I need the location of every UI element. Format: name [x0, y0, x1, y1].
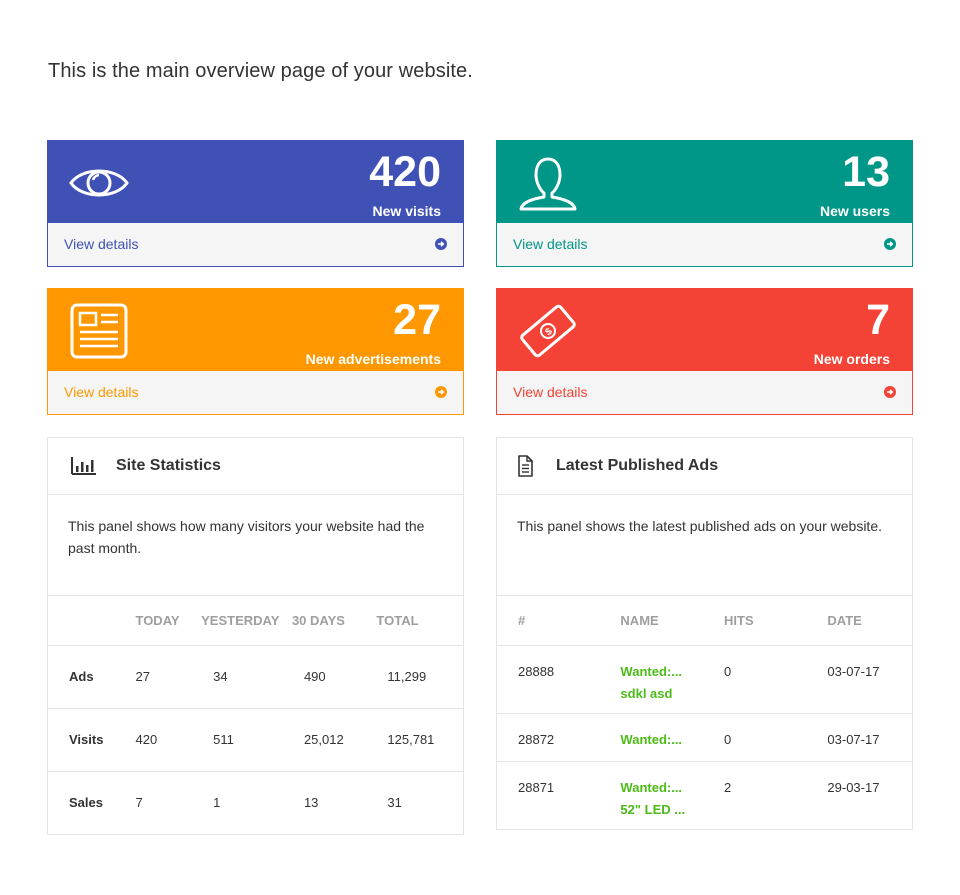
advertisements-view-details-link[interactable]: View details: [48, 371, 463, 414]
advertisements-label: New advertisements: [305, 351, 441, 367]
panel-description: This panel shows the latest published ad…: [497, 495, 912, 596]
orders-view-details-link[interactable]: View details: [497, 371, 912, 414]
eye-icon: [69, 169, 129, 197]
users-card-header: 13 New users: [497, 141, 912, 223]
today-value: 7: [135, 795, 143, 811]
column-header: 30 DAYS: [291, 596, 377, 646]
table-header-row: TODAY YESTERDAY 30 DAYS TOTAL: [48, 596, 463, 646]
view-details-label: View details: [64, 384, 139, 400]
ad-id: 28888: [497, 645, 621, 714]
table-row: Sales 7 1 13 31: [48, 771, 463, 834]
users-card: 13 New users View details: [496, 140, 913, 267]
table-row: 28871 Wanted:... 52" LED ... 2 29-03-17: [497, 761, 912, 829]
ad-name-line: sdkl asd: [620, 685, 673, 701]
ad-name-cell: Wanted:... 52" LED ...: [620, 761, 724, 829]
panel-description: This panel shows how many visitors your …: [48, 495, 463, 596]
column-header: TODAY: [135, 596, 202, 646]
table-row: 28872 Wanted:... 0 03-07-17: [497, 713, 912, 762]
users-label: New users: [819, 203, 890, 219]
bar-chart-icon: [71, 457, 96, 475]
arrow-right-circle-icon: [435, 238, 447, 250]
page-intro: This is the main overview page of your w…: [48, 60, 473, 82]
table-row: Visits 420 511 25,012 125,781: [48, 708, 463, 772]
users-count: 13: [842, 148, 890, 196]
ad-name-line: Wanted:...: [620, 663, 683, 679]
column-header: [48, 596, 136, 646]
today-value: 27: [135, 645, 202, 709]
latest-ads-table: # NAME HITS DATE 28888 Wanted:... sdkl as…: [497, 596, 912, 829]
view-details-label: View details: [513, 384, 588, 400]
view-details-label: View details: [513, 236, 588, 252]
total-value: 125,781: [376, 708, 463, 772]
yesterday-value: 34: [201, 645, 292, 709]
table-row: 28888 Wanted:... sdkl asd 0 03-07-17: [497, 645, 912, 714]
orders-label: New orders: [813, 351, 890, 367]
advertisements-card: 27 New advertisements View details: [47, 288, 464, 415]
30-days-value: 13: [303, 795, 319, 811]
panel-header: Site Statistics: [48, 438, 463, 495]
ad-name-link[interactable]: Wanted:... 52" LED ...: [620, 780, 685, 817]
users-view-details-link[interactable]: View details: [497, 223, 912, 266]
panel-title: Site Statistics: [116, 457, 221, 474]
column-header: TOTAL: [376, 596, 463, 646]
column-header: #: [497, 596, 621, 646]
visits-view-details-link[interactable]: View details: [48, 223, 463, 266]
arrow-right-circle-icon: [435, 386, 447, 398]
visits-card: 420 New visits View details: [47, 140, 464, 267]
row-label: Ads: [48, 645, 136, 709]
ad-id: 28871: [518, 779, 555, 795]
column-header: HITS: [724, 596, 828, 646]
visits-count: 420: [369, 148, 441, 196]
ad-name-cell: Wanted:... sdkl asd: [620, 645, 725, 714]
column-header: NAME: [620, 596, 725, 646]
statistics-table: TODAY YESTERDAY 30 DAYS TOTAL Ads 27 34 …: [48, 596, 463, 834]
site-statistics-panel: Site Statistics This panel shows how man…: [47, 437, 464, 835]
ad-hits: 0: [724, 713, 828, 762]
ad-name-link[interactable]: Wanted:...: [620, 732, 682, 747]
arrow-right-circle-icon: [884, 238, 896, 250]
orders-card: $ 7 New orders View details: [496, 288, 913, 415]
latest-ads-panel: Latest Published Ads This panel shows th…: [496, 437, 913, 830]
money-icon: $: [520, 304, 576, 358]
yesterday-value: 511: [201, 708, 292, 772]
ad-date: 03-07-17: [827, 645, 912, 714]
user-icon: [519, 157, 577, 211]
advertisements-card-header: 27 New advertisements: [48, 289, 463, 371]
ad-name-line: Wanted:...: [620, 731, 683, 747]
view-details-label: View details: [64, 236, 139, 252]
orders-card-header: $ 7 New orders: [497, 289, 912, 371]
panel-header: Latest Published Ads: [497, 438, 912, 495]
column-header: YESTERDAY: [201, 596, 292, 646]
30-days-value: 490: [291, 645, 377, 709]
total-value: 11,299: [376, 645, 463, 709]
total-value: 31: [387, 795, 402, 811]
ad-name-link[interactable]: Wanted:... sdkl asd: [620, 664, 682, 701]
ad-name-line: Wanted:...: [620, 779, 683, 795]
30-days-value: 25,012: [291, 708, 377, 772]
visits-label: New visits: [372, 203, 441, 219]
column-header: DATE: [827, 596, 912, 646]
orders-count: 7: [866, 296, 890, 344]
table-header-row: # NAME HITS DATE: [497, 596, 912, 646]
ad-id: 28872: [497, 713, 621, 762]
newspaper-icon: [70, 303, 128, 359]
panel-title: Latest Published Ads: [556, 457, 719, 474]
ad-hits: 2: [724, 779, 732, 795]
ad-date: 29-03-17: [827, 779, 880, 795]
ad-name-cell: Wanted:...: [620, 713, 725, 762]
row-label: Sales: [69, 795, 103, 811]
ad-name-line: 52" LED ...: [620, 801, 686, 817]
yesterday-value: 1: [213, 795, 221, 811]
arrow-right-circle-icon: [884, 386, 896, 398]
table-row: Ads 27 34 490 11,299: [48, 645, 463, 709]
visits-card-header: 420 New visits: [48, 141, 463, 223]
today-value: 420: [135, 708, 202, 772]
advertisements-count: 27: [393, 296, 441, 344]
ad-date: 03-07-17: [827, 713, 912, 762]
document-icon: [518, 455, 533, 477]
ad-hits: 0: [724, 645, 828, 714]
row-label: Visits: [48, 708, 136, 772]
